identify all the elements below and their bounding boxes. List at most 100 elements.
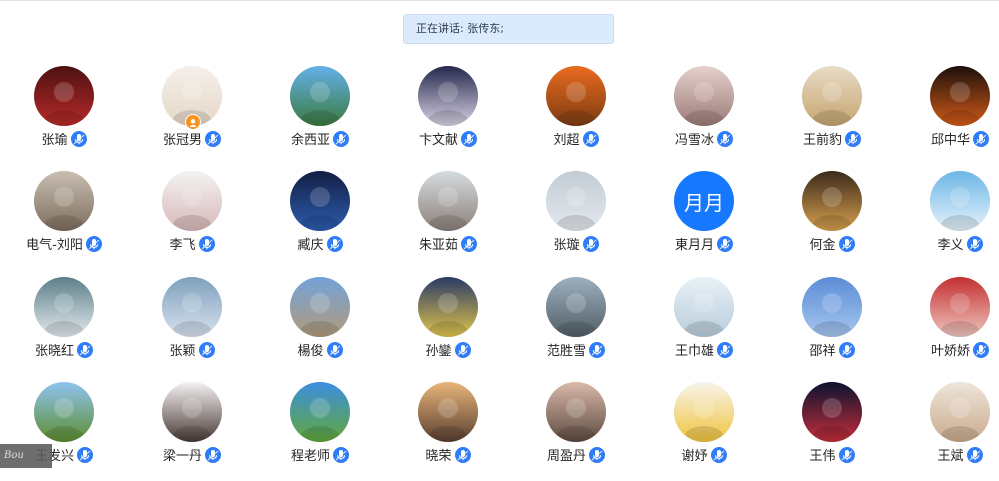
participant-tile[interactable]: 朱亚茹 [384,163,512,263]
microphone-icon[interactable] [205,446,221,463]
participant-tile[interactable]: 谢妤 [640,374,768,474]
participant-name: 程老师 [290,449,330,464]
participant-tile[interactable]: 臧庆 [256,163,384,263]
participant-avatar[interactable] [162,382,222,442]
microphone-icon[interactable] [717,341,733,358]
participant-avatar[interactable] [418,171,478,231]
participant-tile[interactable]: 邱中华 [896,58,999,158]
participant-avatar[interactable] [418,66,478,126]
microphone-icon[interactable] [710,446,727,463]
participant-avatar[interactable] [802,171,862,231]
participant-tile[interactable]: 张颖 [128,269,256,369]
participant-avatar[interactable] [546,66,606,126]
participant-avatar[interactable] [290,277,350,337]
participant-tile[interactable]: 余西亚 [256,58,384,158]
microphone-icon[interactable] [845,130,861,147]
participant-tile[interactable]: 王前豹 [768,58,896,158]
microphone-icon[interactable] [461,130,477,147]
participant-avatar[interactable] [546,382,606,442]
participant-avatar[interactable] [290,171,350,231]
microphone-icon[interactable] [77,341,93,358]
participant-avatar[interactable] [34,382,94,442]
participant-tile[interactable]: 何金 [768,163,896,263]
participant-tile[interactable]: 梁一丹 [128,374,256,474]
participant-tile[interactable]: 王伟 [768,374,896,474]
participant-tile[interactable]: 邵祥 [768,269,896,369]
participant-tile[interactable]: 冯雪冰 [640,58,768,158]
participant-tile[interactable]: 王斌 [896,374,999,474]
participant-avatar[interactable] [34,277,94,337]
participant-tile[interactable]: 卞文献 [384,58,512,158]
participant-avatar[interactable] [674,382,734,442]
participant-name: 王巾雄 [674,344,714,359]
microphone-icon[interactable] [333,130,349,147]
participant-tile[interactable]: 周盈丹 [512,374,640,474]
participant-avatar[interactable] [162,277,222,337]
participant-avatar[interactable] [930,382,990,442]
participant-tile[interactable]: 李飞 [128,163,256,263]
microphone-icon[interactable] [838,235,855,252]
participant-avatar[interactable] [802,382,862,442]
microphone-icon[interactable] [582,235,599,252]
microphone-icon[interactable] [838,341,855,358]
microphone-icon[interactable] [70,130,87,147]
participant-avatar[interactable] [34,171,94,231]
participant-name: 张璇 [553,238,580,253]
participant-avatar[interactable] [162,171,222,231]
microphone-icon[interactable] [333,446,349,463]
participant-avatar[interactable] [674,277,734,337]
microphone-icon[interactable] [454,341,471,358]
microphone-icon[interactable] [589,446,605,463]
avatar-image [34,382,94,442]
participant-tile[interactable]: 张晓红 [0,269,128,369]
participant-tile[interactable]: 叶娇娇 [896,269,999,369]
participant-avatar[interactable] [674,66,734,126]
participant-tile[interactable]: 电气-刘阳 [0,163,128,263]
participant-tile[interactable]: 程老师 [256,374,384,474]
participant-avatar[interactable] [802,66,862,126]
microphone-icon[interactable] [966,446,983,463]
microphone-icon[interactable] [582,130,599,147]
avatar-image [674,66,734,126]
participant-avatar[interactable] [930,171,990,231]
participant-avatar[interactable] [34,66,94,126]
microphone-icon[interactable] [77,446,93,463]
participant-avatar[interactable] [418,382,478,442]
participant-avatar[interactable] [802,277,862,337]
participant-tile[interactable]: 张冠男 [128,58,256,158]
microphone-icon[interactable] [326,235,343,252]
participant-avatar[interactable]: 月月 [674,171,734,231]
microphone-icon[interactable] [973,130,989,147]
participant-avatar[interactable] [546,171,606,231]
participant-tile[interactable]: 楊俊 [256,269,384,369]
participant-tile[interactable]: 月月 東月月 [640,163,768,263]
participant-avatar[interactable] [418,277,478,337]
participant-avatar[interactable] [930,66,990,126]
participant-tile[interactable]: 孙鑾 [384,269,512,369]
participant-tile[interactable]: 李义 [896,163,999,263]
microphone-icon[interactable] [717,130,733,147]
participant-tile[interactable]: 范胜雪 [512,269,640,369]
microphone-icon[interactable] [838,446,855,463]
microphone-icon[interactable] [454,446,471,463]
avatar-image [290,277,350,337]
microphone-icon[interactable] [205,130,221,147]
participant-tile[interactable]: 张瑜 [0,58,128,158]
microphone-icon[interactable] [973,341,989,358]
microphone-icon[interactable] [717,235,733,252]
microphone-icon[interactable] [198,235,215,252]
microphone-icon[interactable] [198,341,215,358]
participant-avatar[interactable] [290,382,350,442]
participant-avatar[interactable] [930,277,990,337]
microphone-icon[interactable] [85,235,102,252]
participant-tile[interactable]: 张璇 [512,163,640,263]
microphone-icon[interactable] [326,341,343,358]
participant-tile[interactable]: 晓荣 [384,374,512,474]
participant-tile[interactable]: 刘超 [512,58,640,158]
microphone-icon[interactable] [589,341,605,358]
participant-avatar[interactable] [546,277,606,337]
microphone-icon[interactable] [461,235,477,252]
participant-avatar[interactable] [290,66,350,126]
microphone-icon[interactable] [966,235,983,252]
participant-tile[interactable]: 王巾雄 [640,269,768,369]
